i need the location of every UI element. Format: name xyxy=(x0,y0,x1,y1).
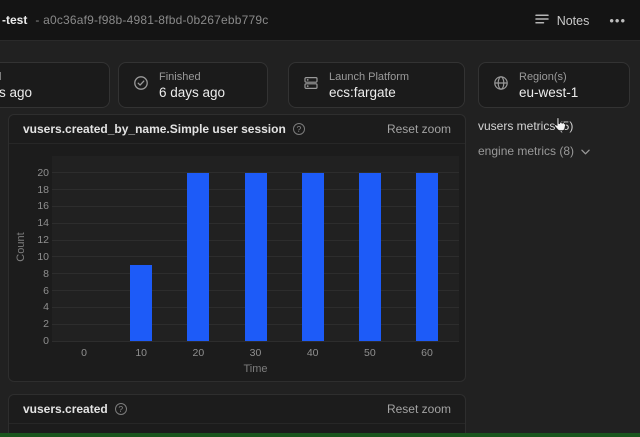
chart-plot[interactable] xyxy=(52,156,459,342)
panel-header: vusers.created Reset zoom xyxy=(9,395,465,424)
chart-panel-vusers-created: vusers.created Reset zoom xyxy=(8,394,466,437)
info-card-launch-platform: Launch Platform ecs:fargate xyxy=(288,62,465,108)
y-tick-label: 4 xyxy=(43,301,49,314)
chart-panel-vusers-created-by-name: vusers.created_by_name.Simple user sessi… xyxy=(8,114,466,382)
card-label: Region(s) xyxy=(519,70,567,83)
panel-header: vusers.created_by_name.Simple user sessi… xyxy=(9,115,465,144)
x-tick-label: 20 xyxy=(192,347,205,359)
card-value: 6 days ago xyxy=(0,84,33,100)
sidebar-item-vusers-metrics[interactable]: vusers metrics (5) xyxy=(478,119,573,133)
y-tick-label: 12 xyxy=(37,234,49,247)
info-card-finished: Finished 6 days ago xyxy=(118,62,268,108)
bar-60 xyxy=(416,172,438,341)
run-id: - a0c36af9-f98b-4981-8fbd-0b267ebb779c xyxy=(35,13,269,27)
globe-icon xyxy=(493,75,509,96)
y-tick-label: 14 xyxy=(37,217,49,230)
card-value: eu-west-1 xyxy=(519,84,579,100)
bar-10 xyxy=(130,265,153,341)
card-label: Launch Platform xyxy=(329,70,410,83)
bar-50 xyxy=(358,172,381,341)
notes-button[interactable]: Notes xyxy=(534,12,590,30)
bar-40 xyxy=(301,172,324,341)
info-card-regions: Region(s) eu-west-1 xyxy=(478,62,630,108)
x-tick-label: 30 xyxy=(249,347,262,359)
y-tick-label: 2 xyxy=(43,318,49,331)
page-title: -test xyxy=(2,13,28,27)
card-value: 6 days ago xyxy=(159,84,226,100)
y-tick-label: 6 xyxy=(43,284,49,297)
x-tick-label: 0 xyxy=(81,347,87,359)
card-value: ecs:fargate xyxy=(329,84,396,100)
chevron-down-icon xyxy=(581,144,590,158)
y-tick-label: 16 xyxy=(37,200,49,213)
app-root: -test - a0c36af9-f98b-4981-8fbd-0b267ebb… xyxy=(0,0,640,437)
notes-label: Notes xyxy=(556,13,590,28)
info-card-started: Started 6 days ago xyxy=(0,62,110,108)
bar-30 xyxy=(244,172,267,341)
x-tick-label: 60 xyxy=(421,347,433,359)
header-actions: Notes ••• xyxy=(534,0,628,41)
run-title-group: -test - a0c36af9-f98b-4981-8fbd-0b267ebb… xyxy=(2,13,268,27)
panel-title: vusers.created_by_name.Simple user sessi… xyxy=(23,122,286,136)
x-tick-label: 10 xyxy=(135,347,147,359)
y-tick-label: 20 xyxy=(37,166,49,179)
server-icon xyxy=(303,75,319,96)
reset-zoom-button[interactable]: Reset zoom xyxy=(387,122,451,136)
x-tick-label: 50 xyxy=(363,347,376,359)
sidebar-item-label: vusers metrics (5) xyxy=(478,119,574,133)
bar-20 xyxy=(187,172,210,341)
y-tick-label: 0 xyxy=(43,335,49,347)
y-axis-labels: 0 2 4 6 8 10 12 14 16 18 20 xyxy=(23,156,49,347)
green-strip xyxy=(0,433,640,437)
sidebar-item-label: engine metrics (8) xyxy=(478,144,575,158)
card-label: Started xyxy=(0,71,32,83)
help-icon[interactable] xyxy=(114,403,127,415)
reset-zoom-button[interactable]: Reset zoom xyxy=(387,402,451,416)
notes-list-icon xyxy=(534,12,549,30)
help-icon[interactable] xyxy=(292,123,305,135)
y-tick-label: 8 xyxy=(43,267,49,280)
card-label: Finished xyxy=(159,70,201,83)
top-header: -test - a0c36af9-f98b-4981-8fbd-0b267ebb… xyxy=(0,0,640,41)
x-axis-title: Time xyxy=(243,363,268,375)
x-tick-label: 40 xyxy=(306,347,319,359)
more-menu-button[interactable]: ••• xyxy=(607,10,628,31)
y-tick-label: 18 xyxy=(37,183,49,196)
x-axis-labels: 0 10 20 30 40 50 60 xyxy=(52,347,459,360)
panel-title: vusers.created xyxy=(23,402,108,416)
sidebar-item-engine-metrics[interactable]: engine metrics (8) xyxy=(478,144,590,158)
check-circle-icon xyxy=(133,75,149,96)
y-tick-label: 10 xyxy=(37,250,49,263)
